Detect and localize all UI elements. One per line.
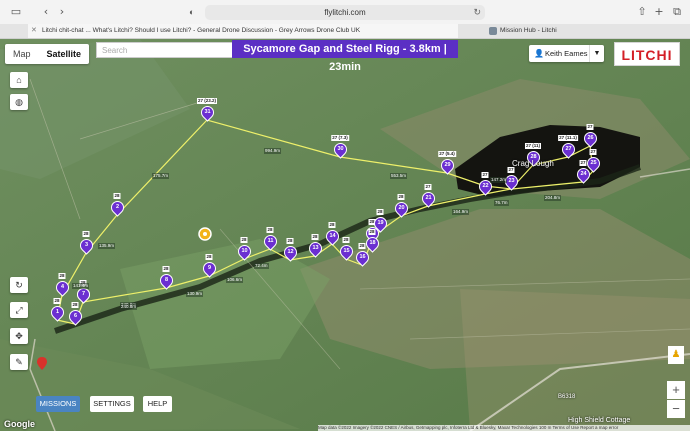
missions-button[interactable]: MISSIONS: [36, 396, 80, 412]
new-tab-icon[interactable]: +: [651, 5, 667, 19]
waypoint-number: 15: [343, 248, 350, 254]
road-label-b6318: B6318: [558, 394, 576, 400]
waypoint-number: 13: [312, 245, 319, 251]
chevron-down-icon[interactable]: ▼: [589, 45, 604, 62]
home-icon[interactable]: ⌂: [10, 72, 28, 88]
waypoint-number: 24: [580, 171, 587, 177]
litchi-favicon-icon: [489, 27, 497, 35]
segment-distance-label: 240.8m: [120, 304, 138, 310]
address-bar[interactable]: ◐ flylitchi.com ↻: [189, 5, 485, 20]
waypoint-number: 4: [60, 284, 65, 290]
waypoint-number: 9: [207, 265, 212, 271]
litchi-logo[interactable]: LITCHI: [614, 42, 680, 66]
satellite-map[interactable]: 2811282228332844285528662877288828992810…: [0, 39, 690, 431]
share-icon[interactable]: ⇧: [634, 5, 650, 19]
waypoint-number: 31: [204, 109, 211, 115]
privacy-shield-icon[interactable]: ◐: [189, 5, 194, 20]
segment-distance-label: 204.8m: [544, 195, 562, 201]
forward-icon[interactable]: ›: [54, 5, 70, 19]
segment-distance-label: 72.4m: [254, 263, 269, 269]
user-menu-button[interactable]: 👤 Keith Eames ▼: [529, 45, 604, 62]
tab-overview-icon[interactable]: ⧉: [669, 5, 685, 19]
move-icon[interactable]: ✥: [10, 328, 28, 344]
zoom-in-button[interactable]: +: [667, 381, 685, 399]
segment-distance-label: 135.9m: [98, 243, 116, 249]
tab-mission-hub[interactable]: Mission Hub - Litchi: [486, 24, 676, 38]
search-input[interactable]: Search: [96, 42, 236, 58]
waypoint-number: 2: [115, 204, 120, 210]
waypoint-number: 16: [359, 254, 366, 260]
waypoint-altitude-label: 28: [82, 231, 90, 237]
waypoint-number: 7: [81, 291, 86, 297]
waypoint-number: 10: [241, 248, 248, 254]
segment-distance-label: 106.6m: [226, 277, 244, 283]
waypoint-altitude-label: 28: [53, 298, 61, 304]
tab-title: Litchi chit-chat ... What's Litchi? Shou…: [42, 27, 361, 34]
zoom-out-button[interactable]: −: [667, 400, 685, 418]
tab-title: Mission Hub - Litchi: [500, 27, 557, 34]
place-label-high-shield: High Shield Cottage: [568, 417, 631, 424]
waypoint-altitude-label: 28: [205, 254, 213, 260]
mission-title: Sycamore Gap and Steel Rigg - 3.8km | 23…: [232, 40, 458, 73]
waypoint-number: 8: [164, 277, 169, 283]
segment-distance-label: 164.9m: [452, 209, 470, 215]
map-type-map-button[interactable]: Map: [5, 44, 39, 64]
waypoint-number: 19: [377, 220, 384, 226]
waypoint-number: 30: [337, 146, 344, 152]
waypoint-altitude-label: 28: [113, 193, 121, 199]
waypoint-number: 11: [267, 238, 274, 244]
waypoint-number: 21: [425, 195, 432, 201]
segment-distance-label: 141.4m: [72, 283, 90, 289]
waypoint-number: 20: [398, 205, 405, 211]
waypoint-number: 26: [587, 135, 594, 141]
segment-distance-label: 147.2m: [490, 177, 508, 183]
segment-distance-label: 175.7m: [152, 173, 170, 179]
expand-icon[interactable]: ⤢: [10, 302, 28, 318]
pegman-icon[interactable]: ♟: [668, 346, 684, 364]
waypoint-number: 27: [565, 146, 572, 152]
waypoint-altitude-label: 28: [58, 273, 66, 279]
waypoint-number: 25: [590, 160, 597, 166]
browser-toolbar: ▭ ‹ › ◐ flylitchi.com ↻ ⇧ + ⧉: [0, 0, 690, 25]
waypoint-altitude-label: 28: [162, 266, 170, 272]
waypoint-number: 12: [287, 249, 294, 255]
waypoint-number: 3: [84, 242, 89, 248]
back-icon[interactable]: ‹: [38, 5, 54, 19]
segment-distance-label: 130.9m: [186, 291, 204, 297]
segment-distance-label: 76.7m: [494, 200, 509, 206]
waypoint-number: 29: [444, 162, 451, 168]
tab-bar: ✕ Litchi chit-chat ... What's Litchi? Sh…: [0, 24, 690, 39]
close-tab-icon[interactable]: ✕: [31, 24, 37, 38]
tab-litchi-chit-chat[interactable]: ✕ Litchi chit-chat ... What's Litchi? Sh…: [28, 24, 458, 38]
map-type-toggle: Map Satellite: [5, 44, 90, 64]
waypoint-number: 14: [329, 233, 336, 239]
waypoint-altitude-label: 28: [71, 302, 79, 308]
map-type-satellite-button[interactable]: Satellite: [39, 44, 90, 64]
reload-icon[interactable]: ↻: [473, 5, 481, 20]
waypoint-number: 1: [55, 309, 60, 315]
waypoint-number: 18: [369, 240, 376, 246]
help-button[interactable]: HELP: [143, 396, 172, 412]
url-text: flylitchi.com: [324, 8, 366, 17]
waypoint-number: 6: [73, 313, 78, 319]
place-label-crag-lough: Crag Lough: [512, 159, 554, 168]
sidebar-toggle-icon[interactable]: ▭: [8, 5, 24, 19]
map-attribution: Map data ©2022 Imagery ©2022 CNES / Airb…: [318, 425, 690, 431]
globe-icon[interactable]: ◍: [10, 94, 28, 110]
rotate-icon[interactable]: ↻: [10, 277, 28, 293]
segment-distance-label: 994.9m: [264, 148, 282, 154]
google-logo: Google: [4, 419, 35, 429]
user-icon: 👤: [534, 49, 544, 58]
user-name: Keith Eames: [545, 49, 588, 58]
settings-button[interactable]: SETTINGS: [90, 396, 134, 412]
segment-distance-label: 553.5m: [390, 173, 408, 179]
pen-icon[interactable]: ✎: [10, 354, 28, 370]
